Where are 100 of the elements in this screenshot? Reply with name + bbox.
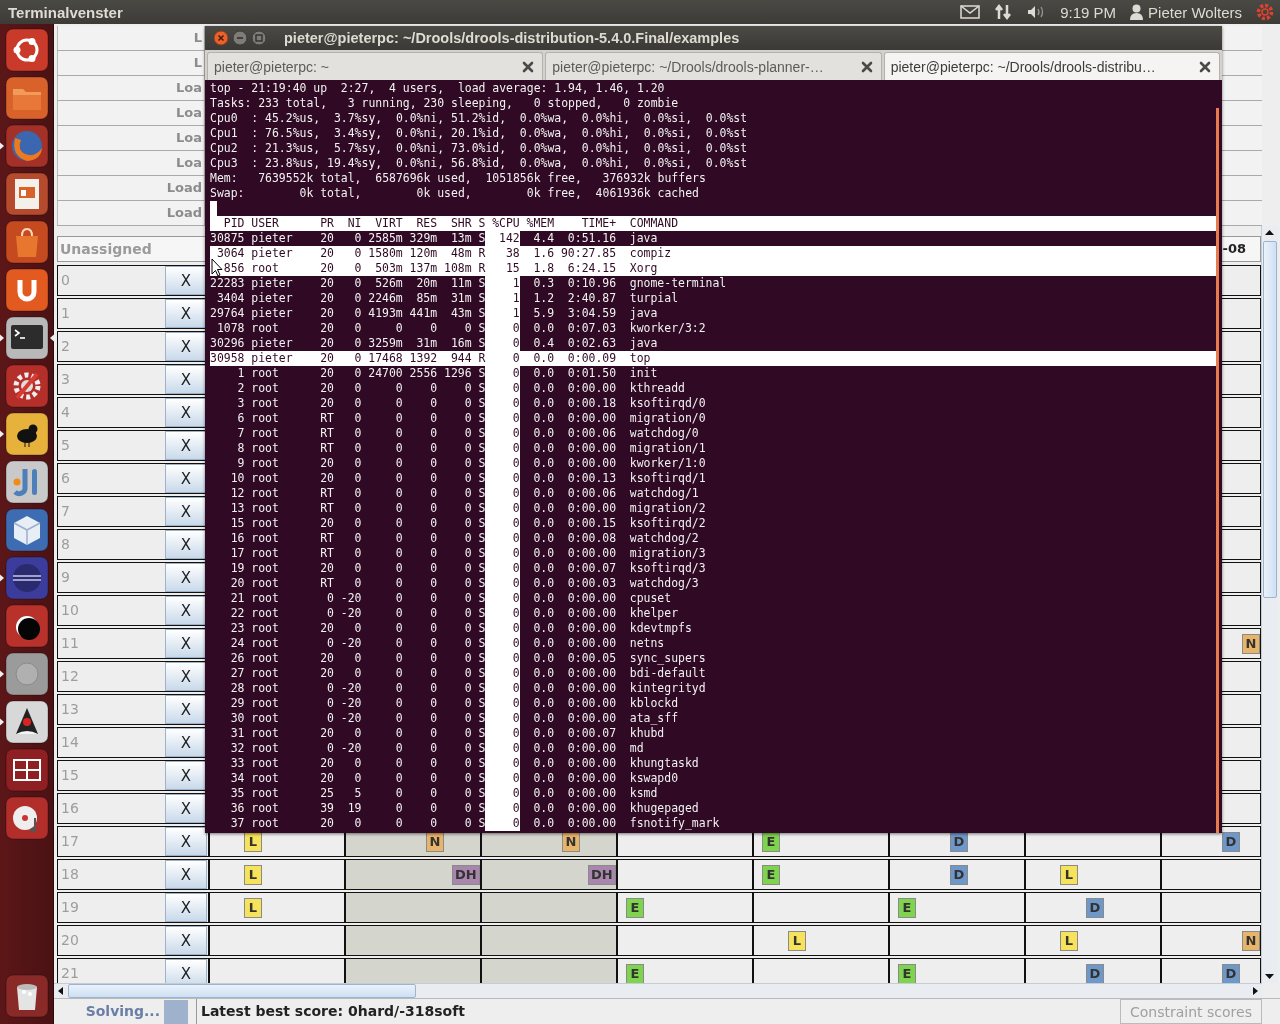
remove-button[interactable]: X (165, 827, 207, 856)
shift-tag[interactable]: D (950, 831, 968, 852)
remove-button[interactable]: X (165, 266, 207, 295)
remove-button[interactable]: X (165, 761, 207, 790)
remove-button[interactable]: X (165, 629, 207, 658)
process-cell: 856 (223, 261, 245, 275)
process-cell: 0 (512, 576, 520, 590)
shift-tag[interactable]: L (244, 831, 262, 852)
process-cell: ksmd (629, 786, 658, 800)
terminal-tab[interactable]: pieter@pieterpc: ~ (207, 52, 544, 80)
process-cell: 0 (430, 456, 438, 470)
terminal-tab[interactable]: pieter@pieterpc: ~/Drools/drools-distribu… (883, 52, 1220, 80)
process-cell: 20 (320, 651, 334, 665)
process-cell: 0 (430, 786, 438, 800)
process-cell: 0 (464, 726, 472, 740)
process-cell: ksoftirqd/2 (629, 516, 706, 530)
process-cell: S (478, 636, 486, 650)
shift-tag[interactable]: E (762, 864, 780, 885)
process-cell: 0 (464, 801, 472, 815)
shift-tag[interactable]: L (244, 897, 262, 918)
shift-tag[interactable]: DH (452, 864, 480, 885)
process-cell: 17 (230, 546, 245, 560)
process-cell: 0 (395, 486, 403, 500)
process-cell: S (478, 336, 486, 350)
shift-tag[interactable]: L (1060, 864, 1078, 885)
process-cell: 0.0 (533, 486, 555, 500)
process-cell: 0 (512, 321, 520, 335)
shift-tag[interactable]: E (626, 963, 644, 983)
process-cell: 0.0 (533, 441, 555, 455)
terminal-tab[interactable]: pieter@pieterpc: ~/Drools/drools-planner-… (545, 52, 882, 80)
process-cell: 0 (395, 381, 403, 395)
process-cell: RT (320, 531, 334, 545)
remove-button[interactable]: X (165, 563, 207, 592)
shift-tag[interactable]: L (1060, 930, 1078, 951)
remove-button[interactable]: X (165, 530, 207, 559)
process-cell: migration/0 (629, 411, 706, 425)
remove-button[interactable]: X (165, 959, 207, 983)
shift-tag[interactable]: N (562, 831, 580, 852)
process-cell: 0 (512, 546, 520, 560)
process-cell: S (478, 516, 486, 530)
row-label: 10 (60, 601, 80, 620)
remove-button[interactable]: X (165, 596, 207, 625)
process-cell: ksoftirqd/0 (629, 396, 706, 410)
process-cell: 0 (354, 726, 362, 740)
process-cell: kswapd0 (629, 771, 679, 785)
shift-tag[interactable]: L (788, 930, 806, 951)
process-cell: 0.0 (533, 756, 555, 770)
process-cell: 0:00.00 (567, 381, 617, 395)
remove-button[interactable]: X (165, 728, 207, 757)
shift-tag[interactable]: D (1222, 831, 1240, 852)
process-cell: pieter (251, 306, 293, 320)
remove-button[interactable]: X (165, 398, 207, 427)
clock[interactable]: 9:19 PM (1060, 3, 1117, 21)
shift-tag[interactable]: D (950, 864, 968, 885)
process-cell: root (251, 696, 279, 710)
remove-button[interactable]: X (165, 464, 207, 493)
process-cell: 16m (450, 336, 472, 350)
user-name[interactable]: Pieter Wolters (1148, 3, 1242, 21)
shift-tag[interactable]: N (1242, 633, 1260, 654)
process-cell: 0 (395, 591, 403, 605)
process-cell: root (251, 366, 279, 380)
row-label: 9 (60, 568, 71, 587)
process-cell: 1.8 (533, 261, 555, 275)
remove-button[interactable]: X (165, 662, 207, 691)
shift-tag[interactable]: E (626, 897, 644, 918)
process-cell: 0 (512, 816, 520, 830)
shift-tag[interactable]: D (1086, 963, 1104, 983)
process-cell: 31m (416, 336, 438, 350)
remove-button[interactable]: X (165, 332, 207, 361)
remove-button[interactable]: X (165, 431, 207, 460)
remove-button[interactable]: X (165, 299, 207, 328)
row-label: 1 (60, 304, 71, 323)
remove-button[interactable]: X (165, 860, 207, 889)
process-cell: 0 (464, 741, 472, 755)
remove-button[interactable]: X (165, 365, 207, 394)
shift-tag[interactable]: N (1242, 930, 1260, 951)
process-cell: 0 (354, 576, 362, 590)
remove-button[interactable]: X (165, 926, 207, 955)
process-cell: 0 (354, 306, 362, 320)
shift-tag[interactable]: E (762, 831, 780, 852)
shift-tag[interactable]: DH (588, 864, 616, 885)
process-cell: 32 (230, 741, 245, 755)
process-cell: 0 (464, 591, 472, 605)
remove-button[interactable]: X (165, 794, 207, 823)
shift-tag[interactable]: E (898, 897, 916, 918)
process-cell: 0:00.00 (567, 696, 617, 710)
remove-button[interactable]: X (165, 695, 207, 724)
shift-tag[interactable]: D (1222, 963, 1240, 983)
process-cell: 0 (354, 546, 362, 560)
shift-tag[interactable]: E (898, 963, 916, 983)
shift-tag[interactable]: N (426, 831, 444, 852)
shift-tag[interactable]: L (244, 864, 262, 885)
shift-tag[interactable]: D (1086, 897, 1104, 918)
process-cell: 0 (464, 411, 472, 425)
remove-button[interactable]: X (165, 893, 207, 922)
remove-button[interactable]: X (165, 497, 207, 526)
column-header: PID (223, 216, 245, 230)
process-cell: S (478, 471, 486, 485)
process-cell: java (629, 336, 658, 350)
process-cell: 0:00.00 (567, 636, 617, 650)
